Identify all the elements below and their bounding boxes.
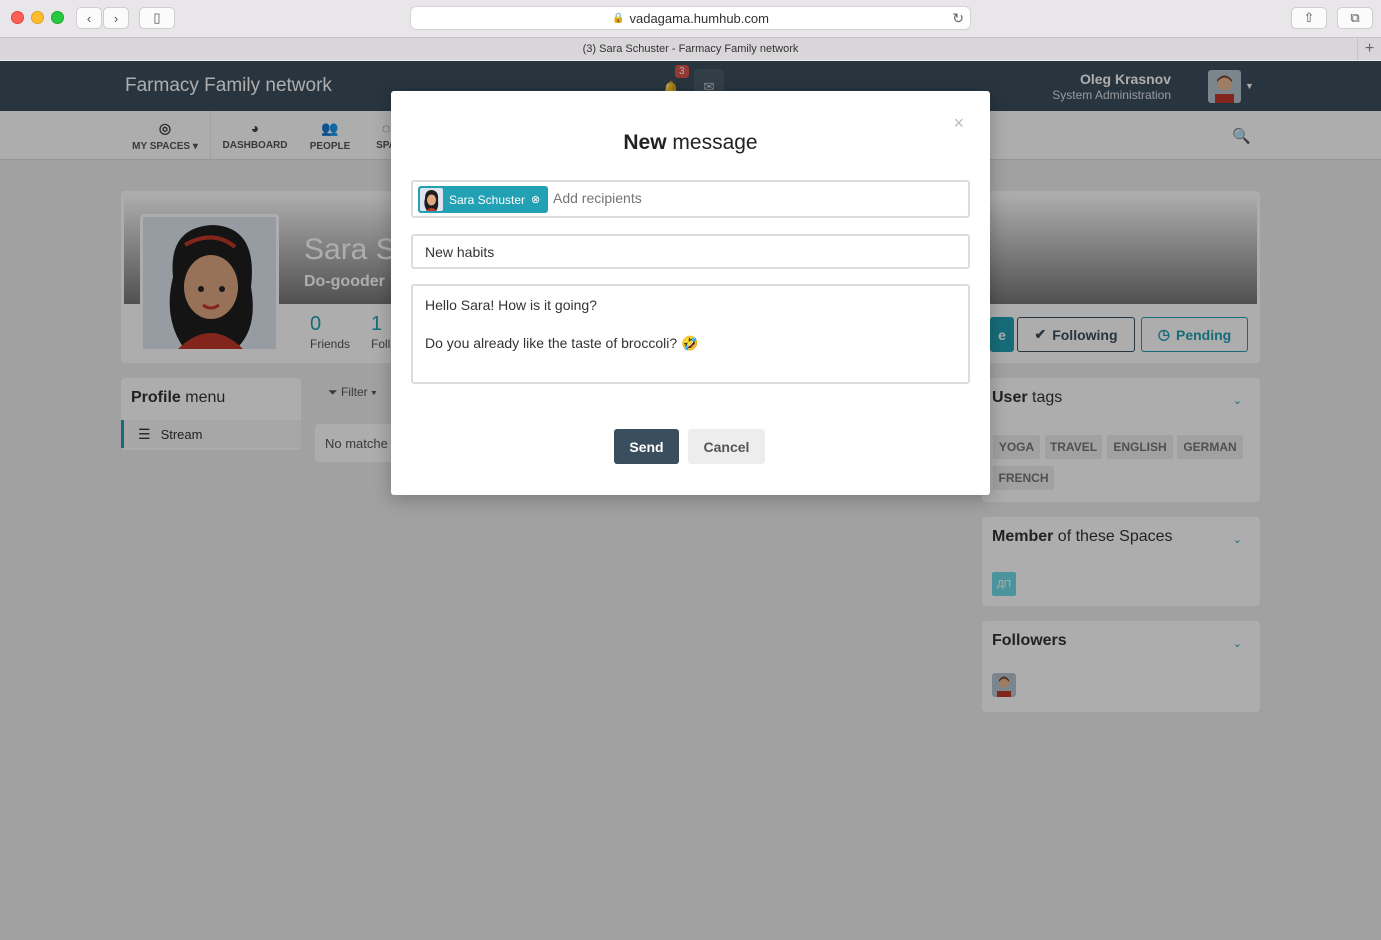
body-line-1: Hello Sara! How is it going? bbox=[425, 297, 597, 313]
url-text: vadagama.humhub.com bbox=[629, 10, 769, 26]
plus-icon[interactable]: + bbox=[1357, 38, 1381, 60]
zoom-window-button[interactable] bbox=[51, 11, 64, 24]
subject-value: New habits bbox=[425, 243, 495, 260]
body-line-2: Do you already like the taste of broccol… bbox=[425, 335, 699, 351]
tab-bar: (3) Sara Schuster - Farmacy Family netwo… bbox=[0, 37, 1381, 60]
tabs-icon[interactable]: ⧉ bbox=[1337, 7, 1373, 29]
browser-toolbar: ‹ › ▯ 🔒 vadagama.humhub.com ↻ ⇧ ⧉ bbox=[0, 0, 1381, 37]
tab-title[interactable]: (3) Sara Schuster - Farmacy Family netwo… bbox=[583, 43, 799, 55]
forward-icon[interactable]: › bbox=[103, 7, 129, 29]
cancel-button[interactable]: Cancel bbox=[688, 429, 765, 464]
recipient-name: Sara Schuster bbox=[449, 192, 526, 207]
browser-chrome: ‹ › ▯ 🔒 vadagama.humhub.com ↻ ⇧ ⧉ (3) Sa… bbox=[0, 0, 1381, 60]
sidebar-icon[interactable]: ▯ bbox=[139, 7, 175, 29]
reload-icon[interactable]: ↻ bbox=[952, 10, 964, 27]
send-button[interactable]: Send bbox=[614, 429, 679, 464]
recipients-field[interactable]: Sara Schuster ⊗ bbox=[411, 180, 970, 218]
new-message-dialog: × New message Sara Schuster ⊗ New habits… bbox=[391, 91, 990, 495]
lock-icon: 🔒 bbox=[612, 12, 625, 24]
dialog-title: New message bbox=[391, 131, 990, 155]
title-bold: New bbox=[623, 131, 667, 154]
subject-field[interactable]: New habits bbox=[411, 234, 970, 269]
minimize-window-button[interactable] bbox=[31, 11, 44, 24]
title-rest: message bbox=[666, 131, 758, 154]
recipient-search-input[interactable] bbox=[553, 190, 853, 206]
message-body-field[interactable]: Hello Sara! How is it going? Do you alre… bbox=[411, 284, 970, 384]
share-icon[interactable]: ⇧ bbox=[1291, 7, 1327, 29]
close-window-button[interactable] bbox=[11, 11, 24, 24]
address-bar[interactable]: 🔒 vadagama.humhub.com ↻ bbox=[410, 6, 971, 30]
remove-recipient-icon[interactable]: ⊗ bbox=[531, 193, 540, 206]
recipient-chip[interactable]: Sara Schuster ⊗ bbox=[418, 186, 549, 213]
back-icon[interactable]: ‹ bbox=[76, 7, 102, 29]
recipient-avatar bbox=[420, 188, 443, 211]
